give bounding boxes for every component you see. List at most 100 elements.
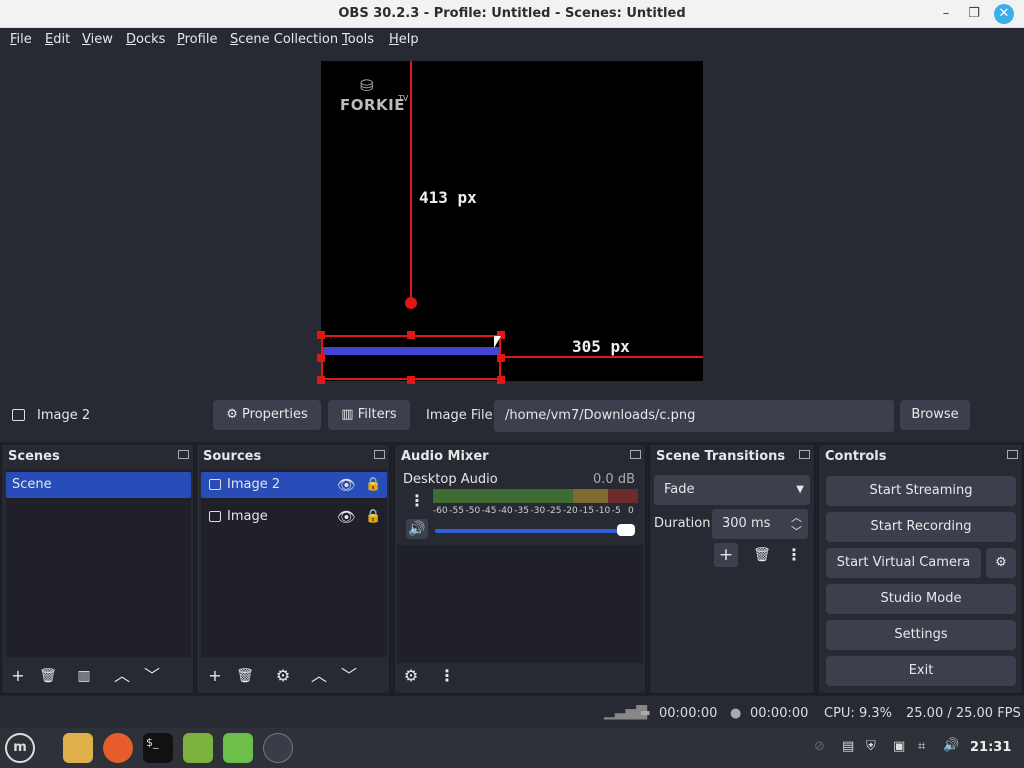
menu-profile[interactable]: Profile bbox=[177, 32, 217, 47]
settings-button[interactable]: Settings bbox=[826, 620, 1016, 650]
mixer-menu-icon[interactable]: ⋮ bbox=[435, 665, 459, 687]
firefox-icon[interactable] bbox=[103, 733, 133, 763]
undock-icon[interactable] bbox=[799, 450, 810, 459]
scenes-title: Scenes bbox=[8, 449, 60, 464]
obs-icon[interactable] bbox=[263, 733, 293, 763]
menu-view[interactable]: View bbox=[82, 32, 113, 47]
menu-scene-collection[interactable]: Scene Collection bbox=[230, 32, 338, 47]
resize-handle[interactable] bbox=[317, 376, 325, 384]
scene-item[interactable]: Scene bbox=[6, 472, 191, 498]
selection-box[interactable] bbox=[321, 335, 501, 380]
source-item-image-2[interactable]: Image 2 👁 🔒 bbox=[201, 472, 387, 498]
menu-help[interactable]: Help bbox=[389, 32, 419, 47]
mixer-toolbar: ⚙ ⋮ bbox=[395, 659, 645, 693]
browse-button[interactable]: Browse bbox=[900, 400, 970, 430]
resize-handle[interactable] bbox=[317, 354, 325, 362]
vertical-distance-label: 413 px bbox=[419, 188, 477, 207]
taskbar-clock[interactable]: 21:31 bbox=[970, 740, 1011, 755]
minimize-icon[interactable]: – bbox=[936, 4, 956, 24]
tray-clipboard-icon[interactable]: ▤ bbox=[842, 739, 854, 754]
speaker-icon[interactable]: 🔊 bbox=[406, 519, 428, 539]
terminal-icon[interactable]: $_ bbox=[143, 733, 173, 763]
vu-scale-label: -30 bbox=[530, 506, 546, 516]
volume-slider-track[interactable] bbox=[435, 529, 635, 533]
advanced-audio-icon[interactable]: ⚙ bbox=[399, 665, 423, 687]
volume-slider-handle[interactable] bbox=[617, 524, 635, 536]
properties-button[interactable]: ⚙ Properties bbox=[213, 400, 321, 430]
start-streaming-button[interactable]: Start Streaming bbox=[826, 476, 1016, 506]
remove-source-icon[interactable]: 🗑 bbox=[233, 665, 257, 687]
undock-icon[interactable] bbox=[630, 450, 641, 459]
channel-level: 0.0 dB bbox=[593, 472, 635, 487]
channel-menu-icon[interactable]: ⋮ bbox=[409, 491, 425, 510]
software-manager-icon[interactable] bbox=[183, 733, 213, 763]
mixer-channel: Desktop Audio 0.0 dB ⋮ -60 -55 -50 -45 -40 -3… bbox=[397, 469, 643, 543]
move-up-icon[interactable]: ︿ bbox=[307, 665, 331, 687]
start-recording-button[interactable]: Start Recording bbox=[826, 512, 1016, 542]
window-title: OBS 30.2.3 - Profile: Untitled - Scenes:… bbox=[338, 6, 686, 21]
image-file-path-field[interactable]: /home/vm7/Downloads/c.png bbox=[494, 400, 894, 432]
image-icon bbox=[209, 511, 221, 522]
add-scene-icon[interactable]: + bbox=[6, 665, 30, 687]
maximize-icon[interactable]: ❐ bbox=[964, 4, 984, 24]
transitions-title: Scene Transitions bbox=[656, 449, 786, 464]
filters-button[interactable]: ▥ Filters bbox=[328, 400, 410, 430]
title-bar: OBS 30.2.3 - Profile: Untitled - Scenes:… bbox=[0, 0, 1024, 28]
source-properties-icon[interactable]: ⚙ bbox=[271, 665, 295, 687]
guide-anchor-dot bbox=[405, 297, 417, 309]
resize-handle[interactable] bbox=[407, 331, 415, 339]
move-down-icon[interactable]: ﹀ bbox=[337, 665, 361, 687]
start-virtual-camera-button[interactable]: Start Virtual Camera bbox=[826, 548, 981, 578]
duration-stepper[interactable]: 300 ms ︿ ﹀ bbox=[712, 509, 808, 539]
menu-edit[interactable]: Edit bbox=[45, 32, 70, 47]
studio-mode-button[interactable]: Studio Mode bbox=[826, 584, 1016, 614]
menu-tools[interactable]: Tools bbox=[342, 32, 374, 47]
record-time: 00:00:00 bbox=[750, 706, 809, 721]
resize-handle[interactable] bbox=[497, 376, 505, 384]
resize-handle[interactable] bbox=[407, 376, 415, 384]
stream-icon: ▬ bbox=[640, 706, 651, 719]
taskbar: m $_ ⊘ ▤ ⛨ ▣ ⌗ 🔊 21:31 bbox=[0, 728, 1024, 768]
scene-transitions-dock: Scene Transitions Fade ▼ Duration 300 ms… bbox=[649, 444, 815, 694]
lock-icon[interactable]: 🔒 bbox=[365, 504, 381, 530]
filter-icon: ▥ bbox=[341, 407, 354, 422]
spreadsheet-icon[interactable] bbox=[223, 733, 253, 763]
forkie-logo: ⛁ FORKIE TV bbox=[340, 76, 409, 114]
fps-readout: 25.00 / 25.00 FPS bbox=[906, 706, 1021, 721]
undock-icon[interactable] bbox=[374, 450, 385, 459]
horizontal-distance-label: 305 px bbox=[572, 337, 630, 356]
exit-button[interactable]: Exit bbox=[826, 656, 1016, 686]
resize-handle[interactable] bbox=[317, 331, 325, 339]
add-transition-icon[interactable]: + bbox=[714, 543, 738, 567]
add-source-icon[interactable]: + bbox=[203, 665, 227, 687]
tray-shield-icon[interactable]: ⛨ bbox=[866, 739, 876, 754]
vu-scale: -60 -55 -50 -45 -40 -35 -30 -25 -20 -15 -10 -5 0 bbox=[433, 506, 638, 518]
resize-handle[interactable] bbox=[497, 354, 505, 362]
files-icon[interactable] bbox=[63, 733, 93, 763]
lock-icon[interactable]: 🔒 bbox=[365, 472, 381, 498]
tray-network-icon[interactable]: ⌗ bbox=[918, 739, 925, 754]
transition-select[interactable]: Fade ▼ bbox=[654, 475, 810, 505]
move-down-icon[interactable]: ﹀ bbox=[140, 665, 164, 687]
vu-scale-label: -15 bbox=[579, 506, 594, 516]
scene-filters-icon[interactable]: ▥ bbox=[72, 665, 96, 687]
remove-scene-icon[interactable]: 🗑 bbox=[36, 665, 60, 687]
move-up-icon[interactable]: ︿ bbox=[110, 665, 134, 687]
menu-docks[interactable]: Docks bbox=[126, 32, 165, 47]
tray-update-icon[interactable]: ▣ bbox=[893, 739, 905, 754]
scenes-list: Scene bbox=[6, 469, 191, 657]
vu-scale-label: -20 bbox=[563, 506, 578, 516]
remove-transition-icon[interactable]: 🗑 bbox=[750, 543, 774, 567]
close-icon[interactable]: ✕ bbox=[994, 4, 1014, 24]
tray-blocked-icon[interactable]: ⊘ bbox=[814, 739, 825, 754]
menu-file[interactable]: File bbox=[10, 32, 32, 47]
source-item-image[interactable]: Image 👁 🔒 bbox=[201, 504, 387, 530]
mint-menu-icon[interactable]: m bbox=[5, 733, 35, 763]
undock-icon[interactable] bbox=[1007, 450, 1018, 459]
virtual-camera-settings-icon[interactable]: ⚙ bbox=[986, 548, 1016, 578]
tray-volume-icon[interactable]: 🔊 bbox=[943, 738, 959, 753]
undock-icon[interactable] bbox=[178, 450, 189, 459]
transition-menu-icon[interactable]: ⋮ bbox=[784, 543, 804, 567]
eye-icon[interactable]: 👁 bbox=[337, 504, 356, 530]
eye-icon[interactable]: 👁 bbox=[337, 472, 356, 498]
